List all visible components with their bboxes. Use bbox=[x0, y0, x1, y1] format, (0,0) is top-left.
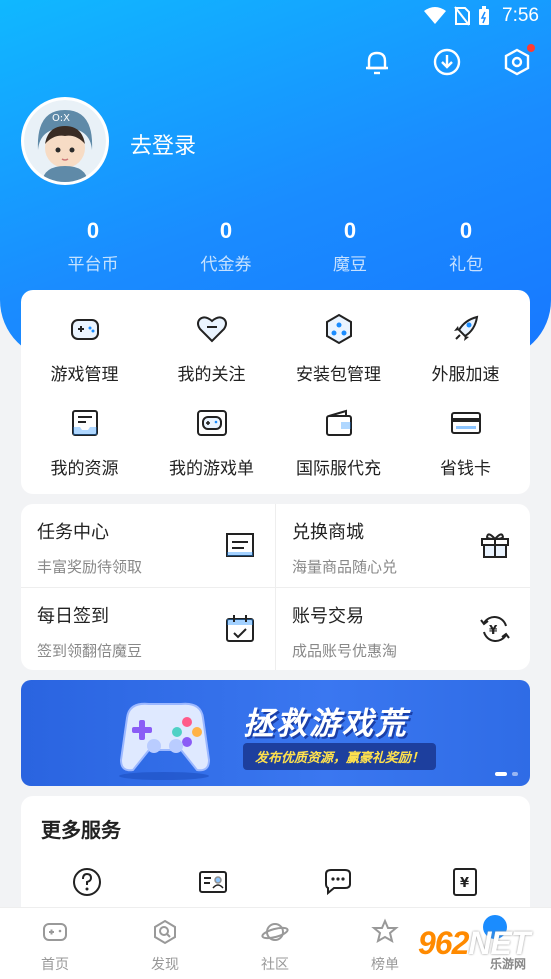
tab-label: 发现 bbox=[151, 957, 179, 973]
planet-icon bbox=[261, 923, 289, 941]
tab-discover[interactable]: 发现 bbox=[135, 918, 195, 974]
stat-value: 0 bbox=[343, 218, 357, 243]
grid-item-label: 我的关注 bbox=[177, 365, 246, 385]
chat-icon[interactable] bbox=[322, 866, 354, 898]
heart-icon bbox=[196, 316, 227, 343]
avatar-illustration: O:X bbox=[24, 100, 106, 182]
status-bar: 7:56 bbox=[0, 0, 551, 32]
section-title: 更多服务 bbox=[41, 818, 121, 842]
grid-item-my-game-list[interactable]: 我的游戏单 bbox=[148, 406, 275, 479]
daily-checkin[interactable]: 每日签到 签到领翻倍魔豆 bbox=[21, 588, 275, 671]
carousel-dot bbox=[512, 772, 518, 776]
stat-value: 0 bbox=[459, 218, 473, 243]
grid-item-my-resources[interactable]: 我的资源 bbox=[21, 406, 148, 479]
stat-label: 礼包 bbox=[449, 255, 483, 275]
download-button[interactable] bbox=[429, 44, 465, 80]
grid-item-label: 国际服代充 bbox=[296, 459, 381, 479]
grid-item-label: 安装包管理 bbox=[296, 365, 381, 385]
id-card-icon[interactable] bbox=[197, 866, 229, 898]
game-list-icon bbox=[196, 410, 227, 436]
package-icon bbox=[325, 313, 352, 345]
download-icon bbox=[433, 48, 461, 76]
gamepad-icon bbox=[70, 319, 99, 340]
rocket-icon bbox=[453, 315, 478, 341]
grid-item-label: 游戏管理 bbox=[50, 365, 119, 385]
grid-item-label: 我的资源 bbox=[50, 459, 119, 479]
grid-item-game-management[interactable]: 游戏管理 bbox=[21, 312, 148, 385]
grid-item-my-follows[interactable]: 我的关注 bbox=[148, 312, 275, 385]
top-actions bbox=[359, 44, 535, 80]
carousel-dot bbox=[495, 772, 507, 776]
grid-item-label: 我的游戏单 bbox=[169, 459, 254, 479]
account-trade[interactable]: 账号交易 成品账号优惠淘 ¥ bbox=[276, 588, 530, 671]
svg-text:¥: ¥ bbox=[489, 623, 498, 637]
watermark-text: 乐游网 bbox=[490, 957, 527, 971]
inbox-icon bbox=[71, 410, 98, 436]
exchange-mall[interactable]: 兑换商城 海量商品随心兑 bbox=[276, 504, 530, 587]
battery-icon bbox=[479, 6, 490, 25]
settings-notification-dot bbox=[527, 44, 535, 52]
tab-label: 首页 bbox=[41, 957, 69, 973]
stat-voucher[interactable]: 0 代金券 bbox=[181, 218, 271, 275]
grid-item-label: 省钱卡 bbox=[440, 459, 491, 479]
task-card: 任务中心 丰富奖励待领取 兑换商城 海量商品随心兑 每日签到 签到领翻倍魔豆 账… bbox=[21, 504, 530, 670]
watermark-number: 962 bbox=[418, 925, 469, 961]
tab-label: 社区 bbox=[261, 957, 289, 973]
stat-platform-coin[interactable]: 0 平台币 bbox=[48, 218, 138, 275]
yen-exchange-icon: ¥ bbox=[480, 616, 510, 642]
home-gamepad-icon bbox=[43, 923, 67, 941]
site-watermark: 962NET 乐游网 bbox=[418, 925, 548, 973]
quick-menu-card: 游戏管理 我的关注 安装包管理 外服加速 我的资源 我的游戏单 国际服代充 省钱… bbox=[21, 290, 530, 494]
no-sim-icon bbox=[454, 6, 471, 26]
stat-value: 0 bbox=[86, 218, 100, 243]
svg-text:¥: ¥ bbox=[460, 876, 469, 891]
calendar-icon bbox=[226, 615, 254, 642]
help-icon[interactable] bbox=[71, 866, 103, 898]
promo-banner[interactable]: 拯救游戏荒 发布优质资源，赢豪礼奖励！ bbox=[21, 680, 530, 786]
tab-rankings[interactable]: 榜单 bbox=[355, 918, 415, 974]
login-link[interactable]: 去登录 bbox=[130, 128, 196, 160]
wallet-icon bbox=[325, 409, 352, 436]
wifi-icon bbox=[424, 7, 447, 24]
stat-value: 0 bbox=[219, 218, 233, 243]
grid-item-intl-topup[interactable]: 国际服代充 bbox=[275, 406, 402, 479]
svg-text:O:X: O:X bbox=[52, 113, 70, 124]
grid-item-savings-card[interactable]: 省钱卡 bbox=[402, 406, 529, 479]
stat-label: 代金券 bbox=[200, 255, 252, 275]
banner-subtitle: 发布优质资源，赢豪礼奖励！ bbox=[243, 743, 437, 770]
settings-hexagon-icon bbox=[504, 48, 530, 76]
bell-icon bbox=[366, 51, 388, 75]
tab-label: 榜单 bbox=[371, 957, 399, 973]
task-icon bbox=[226, 533, 254, 557]
tab-home[interactable]: 首页 bbox=[25, 918, 85, 974]
stat-magic-bean[interactable]: 0 魔豆 bbox=[305, 218, 395, 275]
settings-button[interactable] bbox=[499, 44, 535, 80]
gift-icon bbox=[481, 533, 509, 558]
yen-receipt-icon[interactable]: ¥ bbox=[449, 866, 481, 898]
carousel-indicator bbox=[495, 772, 518, 776]
clock: 7:56 bbox=[502, 5, 539, 26]
stat-label: 平台币 bbox=[67, 255, 119, 275]
stat-gift-pack[interactable]: 0 礼包 bbox=[421, 218, 511, 275]
task-center[interactable]: 任务中心 丰富奖励待领取 bbox=[21, 504, 275, 587]
gamepad-illustration bbox=[119, 702, 211, 780]
grid-item-label: 外服加速 bbox=[431, 365, 500, 385]
banner-title: 拯救游戏荒 bbox=[243, 706, 408, 742]
grid-item-overseas-boost[interactable]: 外服加速 bbox=[402, 312, 529, 385]
grid-item-package-management[interactable]: 安装包管理 bbox=[275, 312, 402, 385]
discover-icon bbox=[154, 919, 176, 945]
star-badge-icon bbox=[371, 918, 399, 944]
avatar[interactable]: O:X bbox=[21, 97, 109, 185]
tab-community[interactable]: 社区 bbox=[245, 918, 305, 974]
notification-button[interactable] bbox=[359, 44, 395, 80]
stat-label: 魔豆 bbox=[333, 255, 367, 275]
card-icon bbox=[450, 412, 481, 434]
